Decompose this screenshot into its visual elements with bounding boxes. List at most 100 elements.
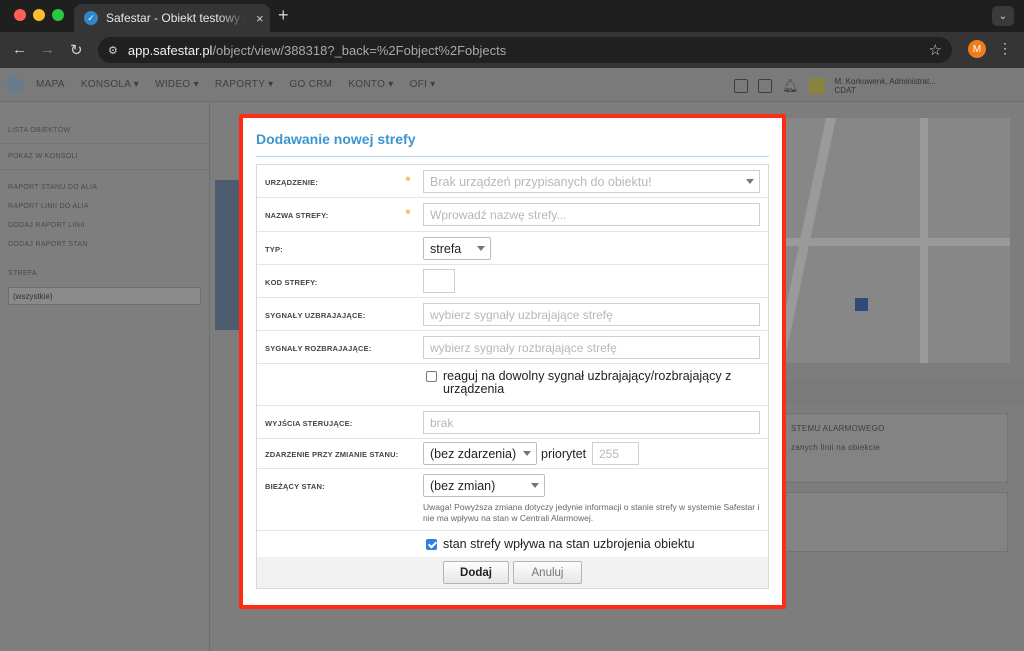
user-company: CDAT <box>834 86 856 95</box>
title-divider <box>256 156 769 157</box>
kebab-menu-icon[interactable]: ⋮ <box>998 40 1012 57</box>
app-main-nav: MAPA KONSOLA ▾ WIDEO ▾ RAPORTY ▾ GO CRM … <box>0 68 1024 102</box>
priority-input[interactable]: 255 <box>592 442 639 465</box>
zone-name-label: NAZWA STREFY: <box>265 211 329 220</box>
screen-icon <box>734 79 748 93</box>
map-marker-icon <box>855 298 868 311</box>
map-road <box>920 118 928 363</box>
affects-arming-label[interactable]: stan strefy wpływa na stan uzbrojenia ob… <box>443 538 695 551</box>
message-icon <box>758 79 772 93</box>
minimize-window-button[interactable] <box>33 9 45 21</box>
nav-item: KONTO ▾ <box>348 79 394 90</box>
zone-name-input[interactable]: Wprowadź nazwę strefy... <box>423 203 760 226</box>
new-tab-button[interactable]: + <box>278 5 289 26</box>
url-path: /object/view/388318?_back=%2Fobject%2Fob… <box>212 42 507 58</box>
back-arrow-icon[interactable]: ← <box>12 41 27 58</box>
type-select[interactable]: strefa <box>423 237 491 260</box>
type-label: TYP: <box>265 245 283 254</box>
any-signal-checkbox[interactable] <box>426 371 437 382</box>
chevron-down-icon <box>477 246 485 251</box>
nav-item: RAPORTY ▾ <box>214 79 274 90</box>
zone-name-row: NAZWA STREFY: * Wprowadź nazwę strefy... <box>257 198 768 232</box>
user-name: M. Korkowenk, Administrat... <box>834 77 936 86</box>
close-tab-icon[interactable]: × <box>256 11 264 26</box>
arming-signals-label: SYGNAŁY UZBRAJAJĄCE: <box>265 311 366 320</box>
required-mark: * <box>405 173 411 190</box>
nav-item: MAPA <box>36 79 65 90</box>
disarming-signals-row: SYGNAŁY ROZBRAJAJĄCE: wybierz sygnały ro… <box>257 331 768 364</box>
affects-arming-row: stan strefy wpływa na stan uzbrojenia ob… <box>257 531 768 557</box>
device-label: URZĄDZENIE: <box>265 178 319 187</box>
any-signal-label[interactable]: reaguj na dowolny sygnał uzbrajający/roz… <box>443 370 753 396</box>
safestar-favicon-icon: ✓ <box>84 11 98 25</box>
sidebar-item: DODAJ RAPORT STAN <box>8 241 88 248</box>
site-settings-icon[interactable]: ⚙ <box>108 44 118 57</box>
sidebar-item: RAPORT STANU DO ALIA <box>8 184 98 191</box>
maximize-window-button[interactable] <box>52 9 64 21</box>
disarming-signals-label: SYGNAŁY ROZBRAJAJĄCE: <box>265 344 372 353</box>
object-toolbar <box>780 380 1024 404</box>
current-state-row: BIEŻĄCY STAN: (bez zmian) Uwaga! Powyższ… <box>257 469 768 531</box>
affects-arming-checkbox[interactable] <box>426 539 437 550</box>
current-state-note: Uwaga! Powyższa zmiana dotyczy jedynie i… <box>423 502 760 523</box>
sidebar-filter-label: STREFA <box>8 270 38 277</box>
control-outputs-row: WYJŚCIA STERUJĄCE: brak <box>257 406 768 439</box>
chevron-down-icon <box>531 483 539 488</box>
forward-arrow-icon[interactable]: → <box>40 41 55 58</box>
state-event-select[interactable]: (bez zdarzenia) <box>423 442 537 465</box>
current-state-select[interactable]: (bez zmian) <box>423 474 545 497</box>
sidebar-item: RAPORT LINII DO ALIA <box>8 203 89 210</box>
disarming-signals-input[interactable]: wybierz sygnały rozbrajające strefę <box>423 336 760 359</box>
arming-signals-row: SYGNAŁY UZBRAJAJĄCE: wybierz sygnały uzb… <box>257 298 768 331</box>
sidebar-item: LISTA OBIEKTÓW <box>0 118 209 144</box>
tab-title: Safestar - Obiekt testowy nr 1 <box>106 11 246 25</box>
chevron-down-icon <box>523 451 531 456</box>
current-state-select-value: (bez zmian) <box>430 479 496 493</box>
control-outputs-input[interactable]: brak <box>423 411 760 434</box>
device-select-placeholder: Brak urządzeń przypisanych do obiektu! <box>430 175 652 189</box>
browser-toolbar: ← → ↻ ⚙ app.safestar.pl/object/view/3883… <box>0 32 1024 68</box>
browser-tab-strip: ✓ Safestar - Obiekt testowy nr 1 × + ⌄ <box>0 0 1024 32</box>
current-state-label: BIEŻĄCY STAN: <box>265 482 325 491</box>
add-button[interactable]: Dodaj <box>443 561 509 584</box>
modal-footer: Dodaj Anuluj <box>257 557 768 588</box>
bell-icon: 🔔︎ <box>782 78 799 93</box>
zone-code-row: KOD STREFY: <box>257 265 768 298</box>
browser-tab-active[interactable]: ✓ Safestar - Obiekt testowy nr 1 × <box>74 4 270 32</box>
add-zone-modal: Dodawanie nowej strefy URZĄDZENIE: * Bra… <box>243 118 782 605</box>
alarm-system-panel: STEMU ALARMOWEGO zanych linii na obiekci… <box>780 413 1008 483</box>
add-zone-form: URZĄDZENIE: * Brak urządzeń przypisanych… <box>256 164 769 589</box>
reload-icon[interactable]: ↻ <box>70 41 83 59</box>
map-view <box>773 118 1010 363</box>
user-badge <box>808 78 825 94</box>
tab-search-chevron-icon[interactable]: ⌄ <box>992 6 1014 26</box>
zone-code-label: KOD STREFY: <box>265 278 318 287</box>
nav-item: OFI ▾ <box>409 79 436 90</box>
cancel-button[interactable]: Anuluj <box>513 561 582 584</box>
user-info: M. Korkowenk, Administrat... CDAT <box>835 77 936 95</box>
star-icon[interactable]: ☆ <box>929 41 942 59</box>
close-window-button[interactable] <box>14 9 26 21</box>
safestar-logo-icon <box>6 75 24 94</box>
sidebar-item: POKAŻ W KONSOLI <box>0 144 209 170</box>
arming-signals-input[interactable]: wybierz sygnały uzbrajające strefę <box>423 303 760 326</box>
secondary-panel <box>780 492 1008 552</box>
nav-item: WIDEO ▾ <box>155 79 199 90</box>
panel-title: STEMU ALARMOWEGO <box>791 424 885 433</box>
state-event-row: ZDARZENIE PRZY ZMIANIE STANU: (bez zdarz… <box>257 439 768 469</box>
zone-code-input[interactable] <box>423 269 455 293</box>
required-mark: * <box>405 206 411 223</box>
chevron-down-icon <box>746 179 754 184</box>
app-sidebar: LISTA OBIEKTÓW POKAŻ W KONSOLI RAPORT ST… <box>0 102 210 651</box>
profile-avatar[interactable]: M <box>968 40 986 58</box>
url-host: app.safestar.pl <box>127 42 213 58</box>
state-event-select-value: (bez zdarzenia) <box>430 447 517 461</box>
type-row: TYP: strefa <box>257 232 768 265</box>
nav-item: KONSOLA ▾ <box>80 79 140 90</box>
app-nav-right: 🔔︎ M. Korkowenk, Administrat... CDAT <box>734 77 936 95</box>
priority-label: priorytet <box>541 447 587 461</box>
address-bar[interactable]: ⚙ app.safestar.pl/object/view/388318?_ba… <box>98 37 952 63</box>
device-select[interactable]: Brak urządzeń przypisanych do obiektu! <box>423 170 760 193</box>
sidebar-item: DODAJ RAPORT LINII <box>8 222 85 229</box>
any-signal-row: reaguj na dowolny sygnał uzbrajający/roz… <box>257 364 768 406</box>
